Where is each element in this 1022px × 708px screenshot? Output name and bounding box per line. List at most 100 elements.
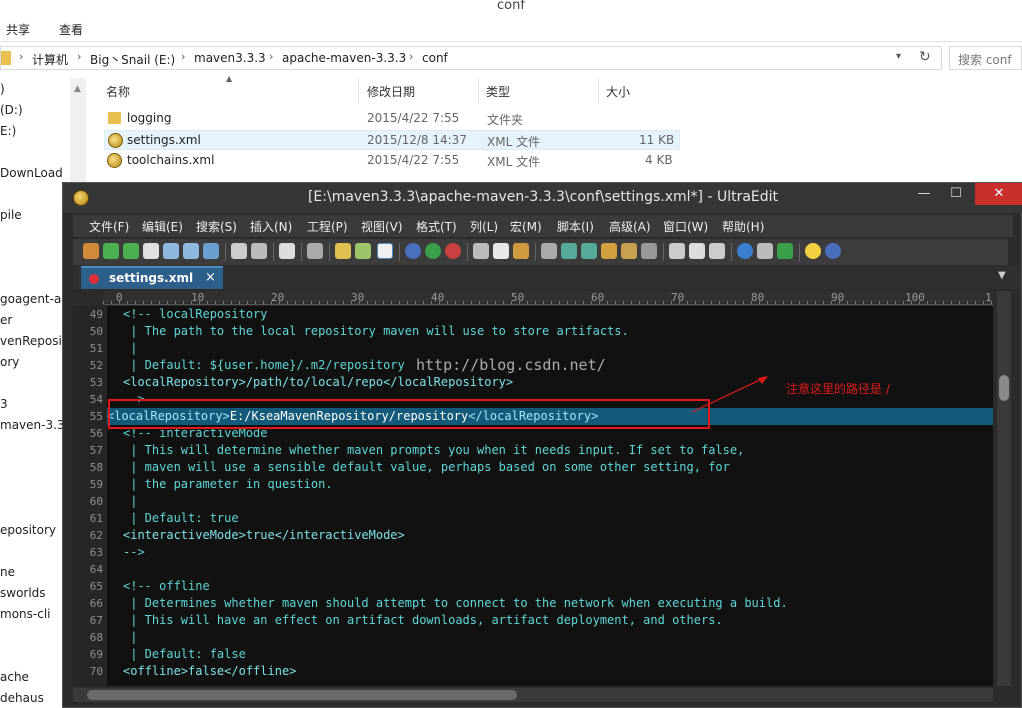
open-icon[interactable] [183, 243, 199, 259]
menu-window[interactable]: 窗口(W) [663, 218, 708, 235]
menu-help[interactable]: 帮助(H) [722, 218, 764, 235]
file-row[interactable]: logging 2015/4/22 7:55 文件夹 [104, 109, 680, 129]
nav-item[interactable]: ) [0, 82, 5, 96]
menu-script[interactable]: 脚本(I) [557, 218, 594, 235]
find-next-icon[interactable] [581, 243, 597, 259]
nav-item[interactable]: sworlds [0, 586, 46, 600]
print-preview-icon[interactable] [251, 243, 267, 259]
open-folder-icon[interactable] [163, 243, 179, 259]
chevron-down-icon[interactable]: ▾ [896, 51, 901, 62]
xml-file-icon [108, 133, 123, 148]
print-icon[interactable] [231, 243, 247, 259]
search-input[interactable]: 搜索 conf [949, 46, 1022, 70]
help-icon[interactable] [825, 243, 841, 259]
menu-insert[interactable]: 插入(N) [250, 218, 292, 235]
breadcrumb-apache-maven[interactable]: apache-maven-3.3.3 [282, 51, 406, 65]
breadcrumb-conf[interactable]: conf [422, 51, 448, 65]
nav-item[interactable]: dehaus [0, 691, 44, 705]
scroll-thumb[interactable] [87, 690, 517, 700]
menu-advanced[interactable]: 高级(A) [609, 218, 651, 235]
minimize-button[interactable]: — [909, 183, 939, 205]
nav-item[interactable]: er [0, 313, 12, 327]
ftp-icon[interactable] [757, 243, 773, 259]
find-prev-icon[interactable] [561, 243, 577, 259]
nav-item[interactable]: E:) [0, 124, 16, 138]
nav-item[interactable]: epository [0, 523, 56, 537]
ribbon-tab-view[interactable]: 查看 [59, 21, 83, 38]
copy-icon[interactable] [493, 243, 509, 259]
nav-item[interactable]: ache [0, 670, 29, 684]
binoculars-icon[interactable] [541, 243, 557, 259]
replace-icon[interactable] [445, 243, 461, 259]
column-header-name[interactable]: 名称 [106, 83, 130, 100]
new-file-icon[interactable] [83, 243, 99, 259]
document-icon[interactable] [279, 243, 295, 259]
maximize-button[interactable]: ☐ [941, 183, 971, 205]
breadcrumb-maven[interactable]: maven3.3.3 [194, 51, 266, 65]
macro-icon[interactable] [621, 243, 637, 259]
list-icon[interactable] [641, 243, 657, 259]
nav-item[interactable]: DownLoad [0, 166, 63, 180]
code-line: | Default: false [123, 647, 246, 661]
breadcrumb-computer[interactable]: 计算机 [32, 51, 68, 68]
menu-view[interactable]: 视图(V) [361, 218, 403, 235]
close-button[interactable]: ✕ [975, 183, 1022, 205]
column-header-type[interactable]: 类型 [486, 83, 510, 100]
refresh-icon[interactable] [777, 243, 793, 259]
menu-macro[interactable]: 宏(M) [510, 218, 542, 235]
nav-item[interactable]: venReposito [0, 334, 68, 348]
forward-arrow-icon[interactable] [123, 243, 139, 259]
column-divider[interactable] [358, 78, 359, 104]
column-header-date[interactable]: 修改日期 [367, 83, 415, 100]
column-divider[interactable] [598, 78, 599, 104]
column-mode-icon[interactable] [335, 243, 351, 259]
nav-item[interactable]: goagent-a5 [0, 292, 68, 306]
tab-settings-xml[interactable]: settings.xml × [81, 266, 223, 289]
menu-edit[interactable]: 编辑(E) [142, 218, 183, 235]
menu-format[interactable]: 格式(T) [416, 218, 457, 235]
paste-icon[interactable] [513, 243, 529, 259]
nav-item[interactable]: mons-cli [0, 607, 50, 621]
word-wrap-icon[interactable] [355, 243, 371, 259]
menu-file[interactable]: 文件(F) [89, 218, 129, 235]
bookmark-icon[interactable] [601, 243, 617, 259]
refresh-icon[interactable]: ↻ [919, 49, 931, 65]
breadcrumb-drive[interactable]: Big丶Snail (E:) [90, 51, 175, 68]
nav-item[interactable]: pile [0, 208, 22, 222]
menu-project[interactable]: 工程(P) [307, 218, 348, 235]
ribbon-tab-share[interactable]: 共享 [6, 21, 30, 38]
nav-item[interactable]: ory [0, 355, 19, 369]
nav-item[interactable]: ne [0, 565, 15, 579]
file-row[interactable]: toolchains.xml 2015/4/22 7:55 XML 文件 4 K… [104, 151, 680, 171]
menu-column[interactable]: 列(L) [470, 218, 498, 235]
nav-item[interactable]: maven-3.3.3 [0, 418, 68, 432]
nav-item[interactable]: (D:) [0, 103, 23, 117]
scroll-thumb[interactable] [999, 375, 1009, 401]
horizontal-scrollbar[interactable] [73, 688, 993, 702]
add-icon[interactable] [425, 243, 441, 259]
find-icon[interactable] [405, 243, 421, 259]
title-bar[interactable]: [E:\maven3.3.3\apache-maven-3.3.3\conf\s… [63, 183, 1022, 213]
chevron-down-icon[interactable]: ▼ [998, 270, 1006, 281]
globe-icon[interactable] [737, 243, 753, 259]
vertical-scrollbar[interactable] [997, 291, 1011, 686]
hex-icon[interactable] [307, 243, 323, 259]
menu-search[interactable]: 搜索(S) [196, 218, 237, 235]
tile-icon[interactable] [689, 243, 705, 259]
new-document-icon[interactable] [143, 243, 159, 259]
window-icon[interactable] [669, 243, 685, 259]
close-icon[interactable]: × [205, 270, 216, 285]
cut-icon[interactable] [473, 243, 489, 259]
column-divider[interactable] [478, 78, 479, 104]
cascade-icon[interactable] [709, 243, 725, 259]
lightbulb-icon[interactable] [805, 243, 821, 259]
scroll-up-icon[interactable]: ▲ [74, 84, 81, 94]
address-bar[interactable]: › 计算机 › Big丶Snail (E:) › maven3.3.3 › ap… [0, 46, 942, 70]
column-header-size[interactable]: 大小 [606, 83, 630, 100]
toggle-view-icon[interactable] [377, 243, 393, 259]
nav-item[interactable]: 3 [0, 397, 8, 411]
nav-scrollbar[interactable] [70, 78, 86, 188]
back-arrow-icon[interactable] [103, 243, 119, 259]
file-row-selected[interactable]: settings.xml 2015/12/8 14:37 XML 文件 11 K… [104, 130, 680, 150]
save-icon[interactable] [203, 243, 219, 259]
